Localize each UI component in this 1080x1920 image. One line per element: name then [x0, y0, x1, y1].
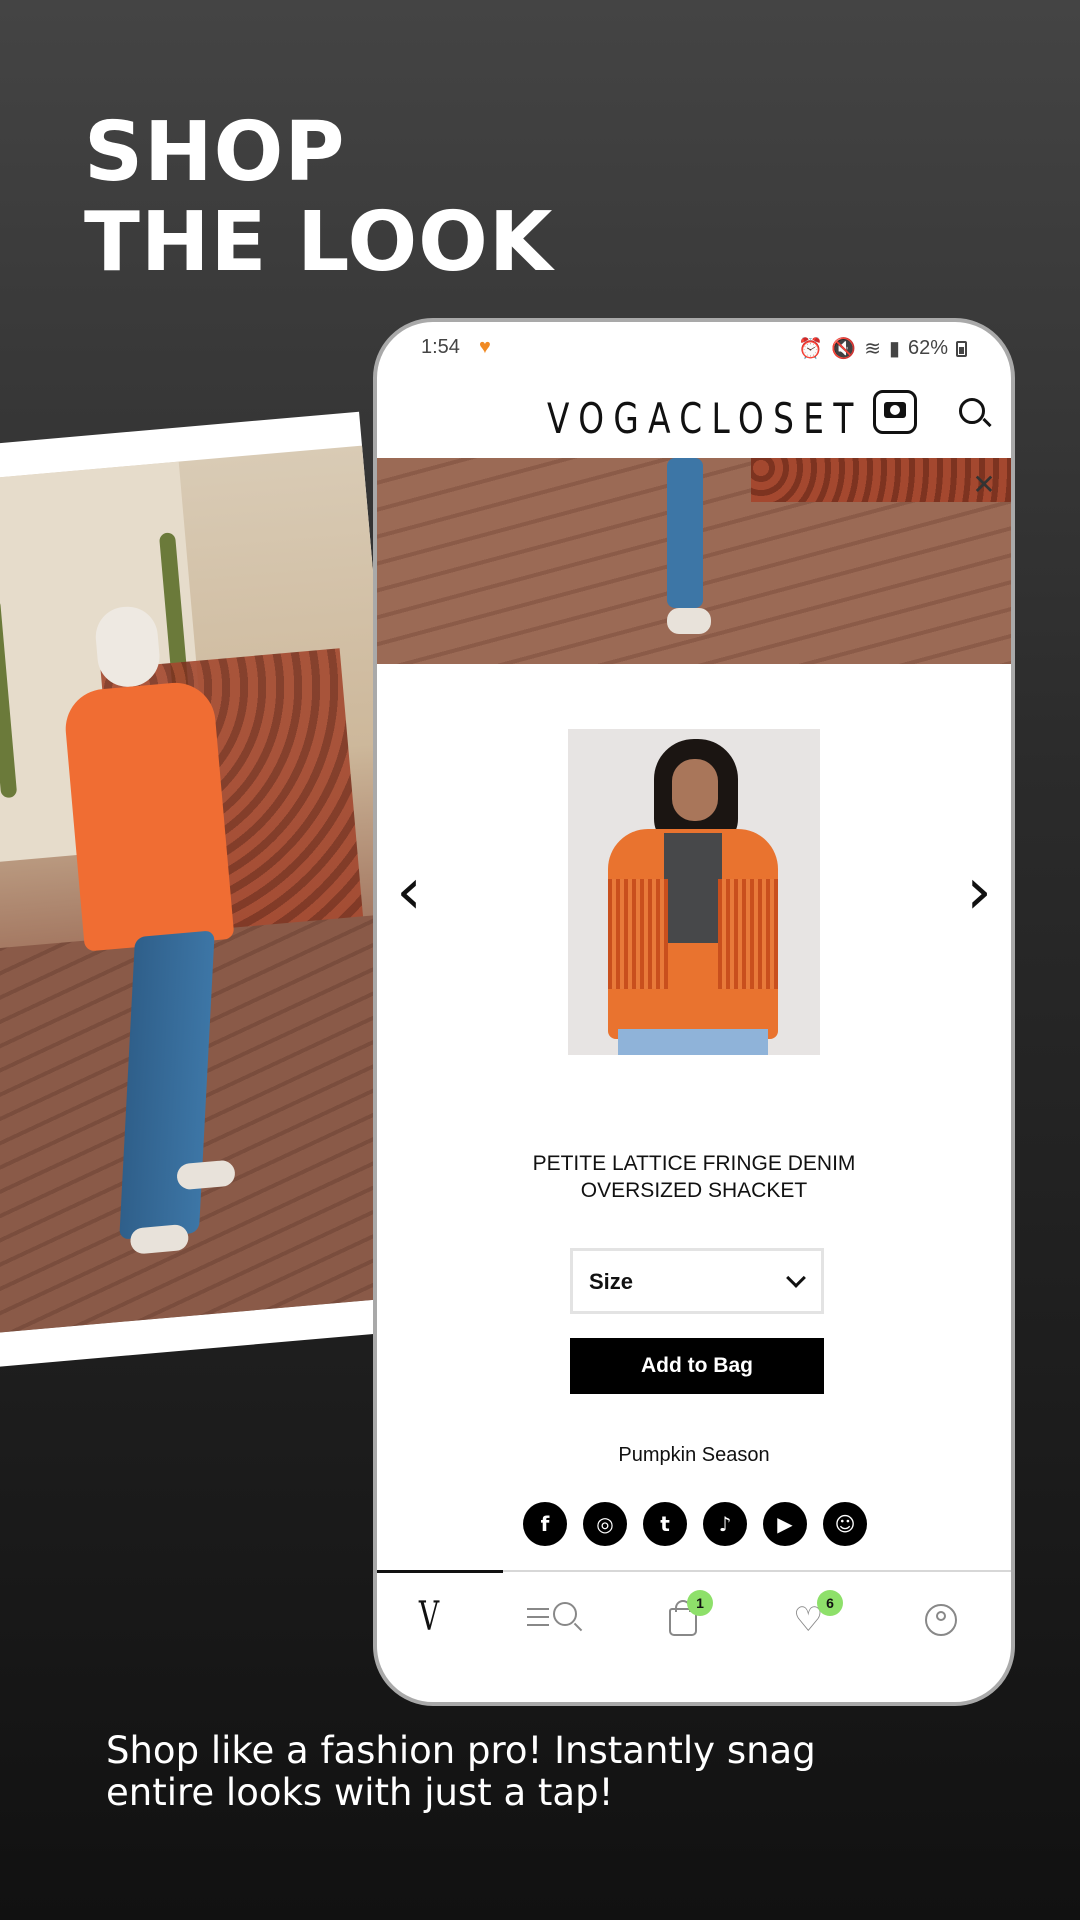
- snapchat-icon[interactable]: ☺: [823, 1502, 867, 1546]
- tab-bag[interactable]: 1: [657, 1590, 717, 1644]
- size-dropdown[interactable]: Size: [570, 1248, 824, 1314]
- brand-logo[interactable]: VOGACLOSET: [547, 394, 863, 443]
- battery-percent: 62%: [907, 337, 948, 359]
- status-icons: ⏰ 🔇 ≋ ▮ 62%: [798, 336, 967, 361]
- search-icon-handle: [982, 417, 992, 428]
- tab-account[interactable]: [913, 1594, 973, 1644]
- app-bar: VOGACLOSET: [377, 378, 1011, 458]
- camera-search-icon[interactable]: [873, 390, 917, 434]
- search-icon-handle: [573, 1622, 583, 1632]
- bag-count-badge: 1: [687, 1590, 713, 1616]
- look-hero-image: ✕: [377, 458, 1011, 664]
- product-fringe-left: [608, 879, 668, 989]
- status-time: 1:54: [421, 336, 460, 358]
- tab-home[interactable]: V: [399, 1594, 459, 1644]
- tiktok-icon[interactable]: ♪: [703, 1502, 747, 1546]
- chevron-right-icon[interactable]: ›: [959, 860, 999, 924]
- status-bar: 1:54 ♥ ⏰ 🔇 ≋ ▮ 62%: [377, 322, 1011, 378]
- headline-line-1: SHOP: [84, 105, 346, 200]
- collection-name: Pumpkin Season: [618, 1444, 770, 1466]
- youtube-icon[interactable]: ▶: [763, 1502, 807, 1546]
- add-to-bag-button[interactable]: Add to Bag: [570, 1338, 824, 1394]
- social-links: f ◎ t ♪ ▶ ☺: [523, 1502, 867, 1546]
- mute-icon: 🔇: [831, 338, 857, 360]
- promo-tagline: Shop like a fashion pro! Instantly snag …: [106, 1729, 816, 1814]
- product-model-face: [672, 759, 718, 821]
- product-title[interactable]: PETITE LATTICE FRINGE DENIM OVERSIZED SH…: [497, 1150, 891, 1204]
- model-jacket: [62, 679, 235, 952]
- bottom-tab-bar: V 1 ♡ 6: [377, 1570, 1011, 1670]
- phone-mockup: 1:54 ♥ ⏰ 🔇 ≋ ▮ 62% VOGACLOSET ✕ ‹ › PETI…: [373, 318, 1015, 1706]
- facebook-icon[interactable]: f: [523, 1502, 567, 1546]
- search-icon: [553, 1602, 577, 1626]
- wishlist-count-badge: 6: [817, 1590, 843, 1616]
- home-logo-icon: V: [418, 1594, 440, 1640]
- close-icon[interactable]: ✕: [969, 470, 999, 500]
- promo-headline: SHOP THE LOOK: [84, 108, 553, 288]
- product-tee: [664, 833, 722, 943]
- account-icon-head: [936, 1611, 946, 1621]
- lifestyle-photo: [0, 445, 437, 1335]
- hero-model-shoe: [667, 608, 711, 634]
- alarm-icon: ⏰: [798, 338, 824, 360]
- tab-menu-search[interactable]: [527, 1594, 587, 1644]
- model-jeans: [119, 930, 215, 1240]
- active-tab-indicator: [377, 1570, 503, 1573]
- wifi-icon: ≋: [864, 338, 881, 360]
- signal-icon: ▮: [888, 338, 900, 360]
- instagram-icon[interactable]: ◎: [583, 1502, 627, 1546]
- twitter-icon[interactable]: t: [643, 1502, 687, 1546]
- chevron-down-icon: [786, 1268, 806, 1288]
- hero-model-leg: [667, 458, 703, 608]
- battery-icon: [956, 340, 967, 357]
- search-icon[interactable]: [957, 396, 992, 430]
- product-jeans: [618, 1029, 768, 1055]
- product-image[interactable]: [568, 729, 820, 1055]
- product-fringe-right: [718, 879, 778, 989]
- size-dropdown-value: Size: [589, 1269, 634, 1294]
- search-icon-ring: [959, 398, 985, 424]
- chevron-left-icon[interactable]: ‹: [389, 860, 429, 924]
- notification-heart-icon: ♥: [479, 336, 491, 358]
- menu-icon: [527, 1608, 549, 1626]
- headline-line-2: THE LOOK: [84, 195, 554, 290]
- tab-wishlist[interactable]: ♡ 6: [785, 1590, 845, 1644]
- photo-deck: [0, 912, 437, 1335]
